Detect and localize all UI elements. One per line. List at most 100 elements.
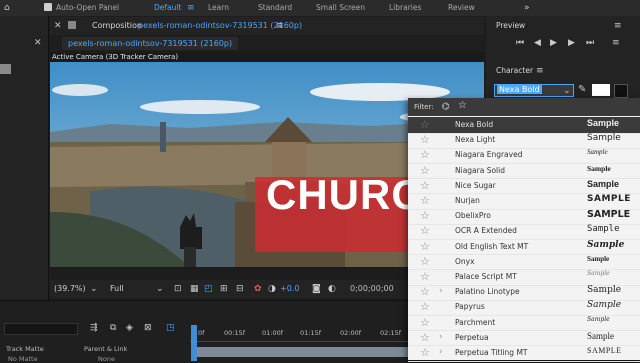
favorite-star-icon[interactable]: ☆ (420, 240, 430, 253)
snapshot-icon[interactable]: ◙ (312, 284, 321, 294)
font-sample: Sample (587, 270, 610, 277)
expand-chevron-icon[interactable]: › (439, 285, 443, 298)
favorite-star-icon[interactable]: ☆ (420, 331, 430, 344)
auto-open-checkbox[interactable] (44, 3, 52, 11)
project-item-highlight[interactable] (0, 64, 11, 74)
first-frame-icon[interactable]: ⏮ (516, 38, 524, 48)
font-list-item[interactable]: ☆ Old English Text MT Sample (408, 239, 640, 256)
hamburger-icon[interactable]: ≡ (276, 21, 284, 31)
loop-icon[interactable]: ≡ (612, 38, 620, 48)
font-list-item[interactable]: ☆ Nurjan SAMPLE (408, 193, 640, 210)
workspace-tab-learn[interactable]: Learn (208, 3, 229, 12)
favorite-star-icon[interactable]: ☆ (420, 300, 430, 313)
favorite-star-icon[interactable]: ☆ (420, 118, 430, 131)
expand-chevron-icon[interactable]: › (439, 346, 443, 359)
next-frame-icon[interactable]: ▶ (568, 38, 575, 48)
favorite-star-icon[interactable]: ☆ (420, 346, 430, 359)
last-frame-icon[interactable]: ⏭ (586, 38, 594, 48)
filter-typekit-icon[interactable]: ⌬ (442, 102, 450, 112)
font-list-item[interactable]: ☆ Papyrus Sample (408, 299, 640, 316)
eyedropper-icon[interactable]: ✎ (578, 85, 586, 95)
font-list-item[interactable]: ☆ OCR A Extended Sample (408, 223, 640, 240)
font-list-item[interactable]: ☆ Nice Sugar Sample (408, 178, 640, 195)
close-icon[interactable]: ✕ (34, 38, 42, 48)
composition-tab[interactable]: pexels-roman-odintsov-7319531 (2160p) (62, 37, 239, 50)
font-family-menu[interactable]: Filter: ⌬ ☆ ☆ Nexa Bold Sample ☆ Nexa Light S… (408, 98, 640, 362)
font-list-item[interactable]: ☆ Niagara Solid Sample (408, 163, 640, 180)
double-chevron-icon[interactable]: » (524, 3, 530, 13)
font-sample: Sample (587, 300, 622, 311)
chevron-down-icon[interactable]: ⌄ (90, 284, 98, 294)
region-of-interest-icon[interactable]: ⊡ (174, 284, 182, 294)
hamburger-icon[interactable]: ≡ (536, 66, 544, 76)
favorite-star-icon[interactable]: ☆ (420, 194, 430, 207)
close-icon[interactable]: ✕ (54, 21, 62, 31)
favorite-star-icon[interactable]: ☆ (420, 316, 430, 329)
font-list-item[interactable]: ☆ ObelixPro SAMPLE (408, 208, 640, 225)
favorite-star-icon[interactable]: ☆ (420, 255, 430, 268)
current-time-display[interactable]: 0;00;00;00 (350, 284, 394, 293)
mask-path-icon[interactable]: ◰ (204, 284, 213, 294)
workspace-tab-standard[interactable]: Standard (258, 3, 292, 12)
favorite-star-icon[interactable]: ☆ (420, 179, 430, 192)
favorite-star-icon[interactable]: ☆ (420, 209, 430, 222)
font-list-item[interactable]: ☆ › Palatino Linotype Sample (408, 284, 640, 301)
font-list-item[interactable]: ☆ Niagara Engraved Sample (408, 147, 640, 164)
guides-icon[interactable]: ⊟ (236, 284, 244, 294)
favorite-star-icon[interactable]: ☆ (420, 285, 430, 298)
font-list-item[interactable]: ☆ Parchment Sample (408, 315, 640, 332)
frame-blending-icon[interactable]: ⊠ (144, 323, 152, 333)
draft-3d-icon[interactable]: ⧉ (110, 323, 116, 333)
show-snapshot-icon[interactable]: ◐ (328, 284, 336, 294)
transparency-grid-icon[interactable]: ▦ (190, 284, 199, 294)
layer-bar[interactable] (197, 347, 408, 357)
font-list-item[interactable]: ☆ Nexa Bold Sample (408, 117, 640, 134)
font-list-item[interactable]: ☆ › Perpetua Sample (408, 330, 640, 347)
font-list-item[interactable]: ☆ Palace Script MT Sample (408, 269, 640, 286)
font-list-item[interactable]: ☆ Onyx Sample (408, 254, 640, 271)
favorite-filter-star-icon[interactable]: ☆ (458, 101, 467, 111)
lock-icon[interactable] (68, 21, 76, 29)
font-sample: Sample (587, 315, 610, 323)
font-sample: Sample (587, 163, 611, 173)
font-list-item[interactable]: ☆ › Perpetua Titling MT SAMPLE (408, 345, 640, 362)
favorite-star-icon[interactable]: ☆ (420, 270, 430, 283)
timeline-search-field[interactable] (4, 323, 78, 335)
favorite-star-icon[interactable]: ☆ (420, 133, 430, 146)
workspace-tab-libraries[interactable]: Libraries (389, 3, 421, 12)
time-ruler[interactable]: 0f 00:15f 01:00f 01:15f 02:00f 02:15f (190, 325, 408, 342)
workspace-tab-small-screen[interactable]: Small Screen (316, 3, 365, 12)
font-list-item[interactable]: ☆ Nexa Light Sample (408, 132, 640, 149)
home-icon[interactable]: ⌂ (4, 3, 10, 13)
parent-dropdown[interactable]: None (98, 355, 115, 363)
play-icon[interactable]: ▶ (550, 38, 557, 48)
workspace-tab-default[interactable]: Default (154, 3, 181, 12)
shy-layers-icon[interactable]: ◈ (126, 323, 133, 333)
workspace-tab-review[interactable]: Review (448, 3, 475, 12)
favorite-star-icon[interactable]: ☆ (420, 224, 430, 237)
font-family-field[interactable]: Nexa Bold ⌄ (494, 84, 574, 97)
font-name: Old English Text MT (455, 241, 529, 251)
chevron-down-icon[interactable]: ⌄ (563, 86, 571, 96)
favorite-star-icon[interactable]: ☆ (420, 148, 430, 161)
resolution-dropdown[interactable]: Full (110, 284, 124, 293)
font-sample: Sample (587, 330, 614, 341)
previous-frame-icon[interactable]: ◀ (534, 38, 541, 48)
hamburger-icon[interactable]: ≡ (614, 21, 622, 31)
project-panel: ✕ (0, 16, 49, 300)
color-channels-icon[interactable]: ✿ (254, 284, 262, 294)
fill-color-swatch[interactable] (592, 84, 610, 96)
stroke-color-swatch[interactable] (614, 84, 628, 98)
expand-chevron-icon[interactable]: › (439, 331, 443, 344)
composition-flowchart-icon[interactable]: ⇶ (90, 323, 98, 333)
font-family-value[interactable]: Nexa Bold (497, 85, 542, 94)
hamburger-icon[interactable]: ≡ (187, 3, 195, 13)
favorite-star-icon[interactable]: ☆ (420, 164, 430, 177)
track-matte-dropdown[interactable]: No Matte (8, 355, 38, 363)
motion-blur-icon[interactable]: ◳ (166, 323, 175, 333)
chevron-down-icon[interactable]: ⌄ (156, 284, 164, 294)
exposure-reset-icon[interactable]: ◑ (268, 284, 276, 294)
magnification-dropdown[interactable]: (39.7%) (54, 284, 86, 293)
exposure-value[interactable]: +0.0 (280, 284, 299, 293)
grid-icon[interactable]: ⊞ (220, 284, 228, 294)
